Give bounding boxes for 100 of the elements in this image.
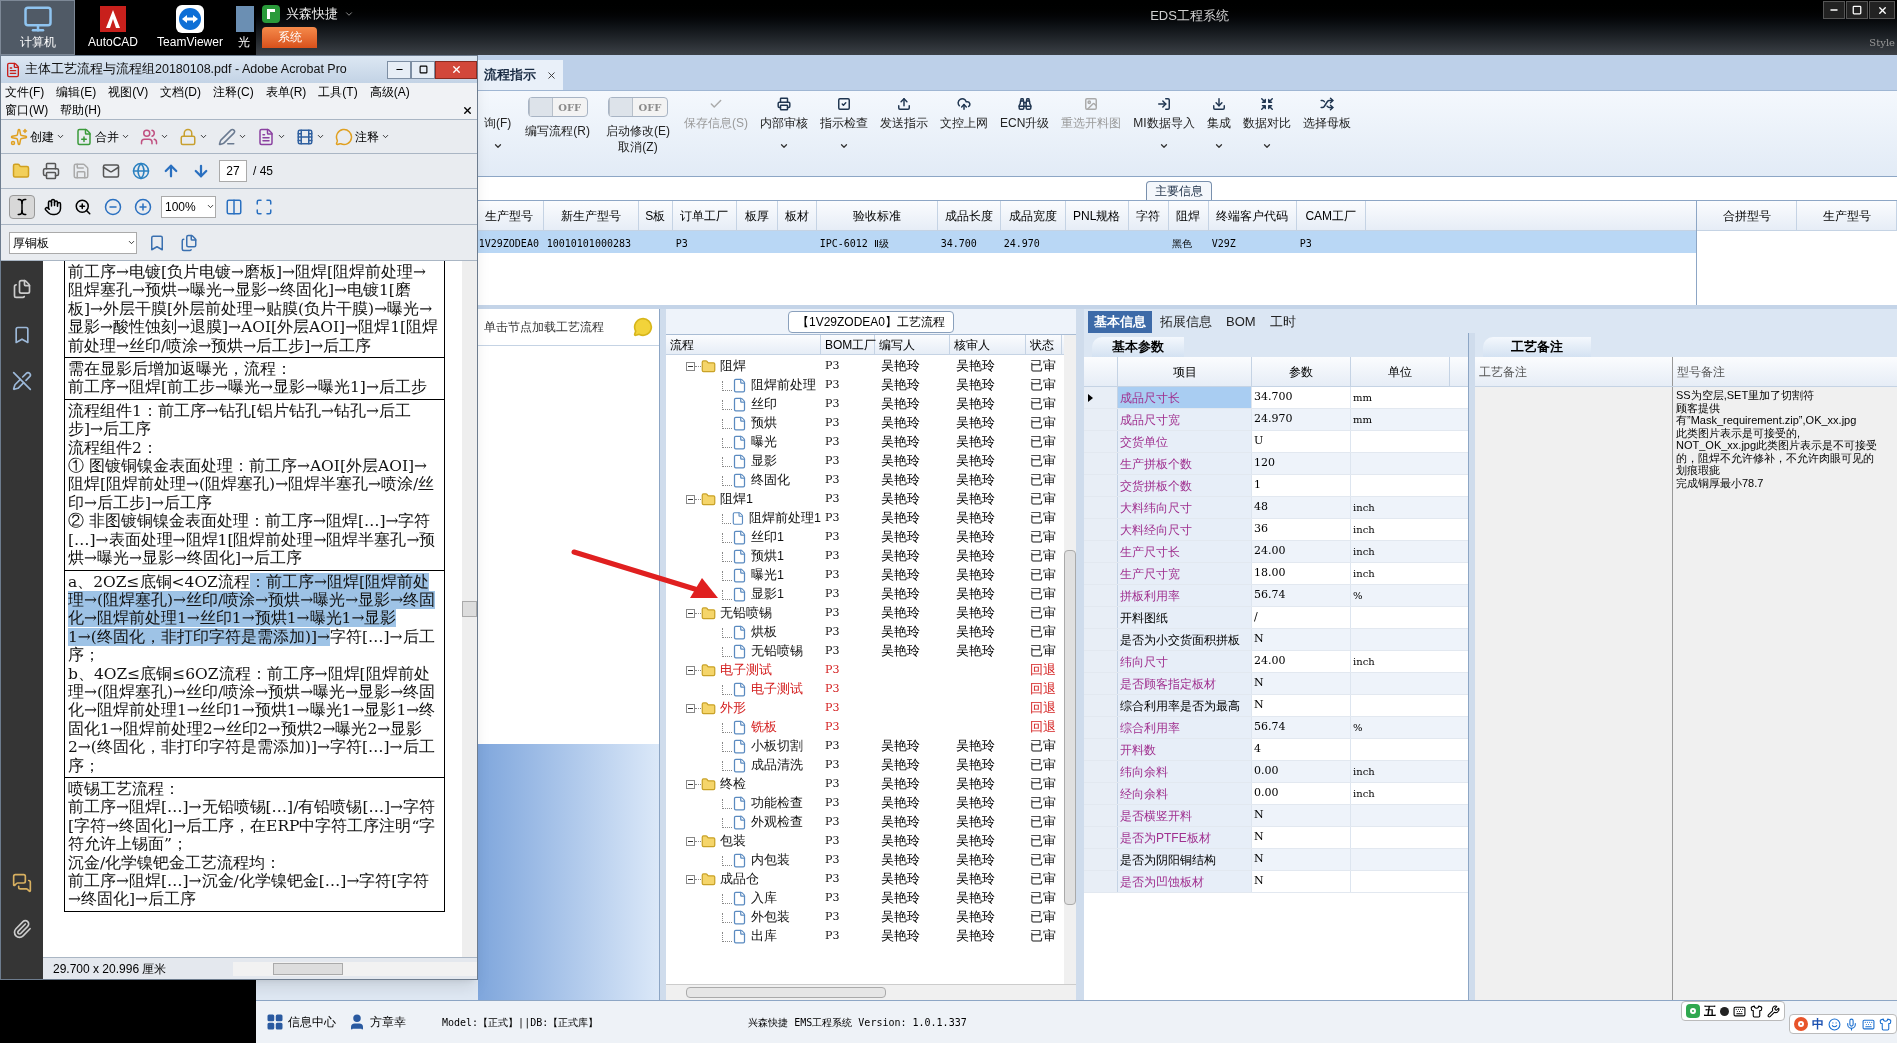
row-marker[interactable] xyxy=(1084,387,1118,408)
table-row[interactable]: 经向余料 0.00 inch xyxy=(1084,783,1468,805)
table-row[interactable]: 是否横竖开料 N xyxy=(1084,805,1468,827)
column-header[interactable]: CAM工厂 xyxy=(1296,201,1366,230)
row-marker[interactable] xyxy=(1084,431,1118,452)
row-marker[interactable] xyxy=(1084,585,1118,606)
column-header[interactable]: 字符 xyxy=(1128,201,1169,230)
tree-item[interactable]: 无铅喷锡 xyxy=(751,642,803,661)
row-marker[interactable] xyxy=(1084,827,1118,848)
table-row[interactable]: 1V29ZODEA0 10010101000283 P3 IPC-6012 Ⅱ级 34.700 24.970 黑色 V29Z P3 xyxy=(475,231,1696,253)
row-marker[interactable] xyxy=(1084,871,1118,892)
tree-item[interactable]: 成品清洗 xyxy=(751,756,803,775)
menu-item[interactable]: 高级(A) xyxy=(369,83,410,101)
menu-item[interactable]: 编辑(E) xyxy=(56,83,97,101)
column-header[interactable]: 单位 xyxy=(1351,357,1450,386)
column-header[interactable]: 板材 xyxy=(777,201,817,230)
ribbon-button[interactable]: 发送指示 xyxy=(874,95,934,131)
tree-item[interactable]: 出库 xyxy=(751,927,777,946)
tree-item[interactable]: 外包装 xyxy=(751,908,790,927)
status-button[interactable]: 信息中心 xyxy=(266,1013,336,1031)
row-marker[interactable] xyxy=(1084,475,1118,496)
ribbon-button[interactable]: 数据对比 xyxy=(1236,95,1297,151)
column-header[interactable]: 阻焊 xyxy=(1168,201,1209,230)
tree-item[interactable]: 丝印1 xyxy=(751,528,784,547)
table-row[interactable]: 大料经向尺寸 36 inch xyxy=(1084,519,1468,541)
collapse-toggle[interactable] xyxy=(686,609,695,618)
column-header[interactable]: 编写人 xyxy=(875,335,950,354)
style-label[interactable]: Style xyxy=(1869,35,1895,50)
table-row[interactable]: 综合利用率 56.74 % xyxy=(1084,717,1468,739)
page-number-field[interactable]: 27 xyxy=(219,160,247,182)
row-marker[interactable] xyxy=(1084,673,1118,694)
ribbon-button[interactable]: 询(F) xyxy=(478,95,518,151)
zoom-dropdown[interactable]: 100% xyxy=(161,195,216,218)
row-marker[interactable] xyxy=(1084,761,1118,782)
tab[interactable]: 拓展信息 xyxy=(1154,311,1218,333)
row-marker[interactable] xyxy=(1084,629,1118,650)
row-marker[interactable] xyxy=(1084,607,1118,628)
row-marker[interactable] xyxy=(1084,783,1118,804)
column-header[interactable]: PNL规格 xyxy=(1065,201,1129,230)
tab[interactable]: BOM xyxy=(1220,311,1262,333)
table-row[interactable]: 开料图纸 / xyxy=(1084,607,1468,629)
tree-item[interactable]: 阻焊前处理 xyxy=(751,376,816,395)
maximize-button[interactable] xyxy=(411,60,435,79)
column-header[interactable]: 参数 xyxy=(1252,357,1351,386)
tree-item[interactable]: 电子测试 xyxy=(720,661,772,680)
menu-item[interactable]: 表单(R) xyxy=(265,83,307,101)
table-row[interactable]: 拼板利用率 56.74 % xyxy=(1084,585,1468,607)
ribbon-button[interactable]: MI数据导入 xyxy=(1127,95,1201,151)
table-row[interactable]: 生产尺寸长 24.00 inch xyxy=(1084,541,1468,563)
ribbon-button[interactable]: 文控上网 xyxy=(934,95,994,131)
row-marker[interactable] xyxy=(1084,805,1118,826)
row-marker[interactable] xyxy=(1084,563,1118,584)
menu-item[interactable]: 注释(C) xyxy=(213,83,254,101)
row-marker[interactable] xyxy=(1084,409,1118,430)
table-row[interactable]: 生产拼板个数 120 xyxy=(1084,453,1468,475)
column-header[interactable]: 合拼型号 xyxy=(1697,201,1797,230)
tree-item[interactable]: 铣板 xyxy=(751,718,777,737)
table-row[interactable]: 纬向余料 0.00 inch xyxy=(1084,761,1468,783)
table-row[interactable]: 大料纬向尺寸 48 inch xyxy=(1084,497,1468,519)
desktop-icon[interactable]: TeamViewer xyxy=(151,0,229,55)
menu-item[interactable]: 工具(T) xyxy=(318,83,358,101)
row-marker[interactable] xyxy=(1084,695,1118,716)
ribbon-button[interactable]: ECN升级 xyxy=(994,95,1056,131)
column-header[interactable]: 板厚 xyxy=(736,201,778,230)
menu-item[interactable]: 视图(V) xyxy=(108,83,149,101)
row-marker[interactable] xyxy=(1084,519,1118,540)
tree-item[interactable]: 外观检查 xyxy=(751,813,803,832)
column-header[interactable]: S板 xyxy=(638,201,673,230)
tab[interactable]: 工时 xyxy=(1263,311,1302,333)
column-header[interactable]: 生产型号 xyxy=(1797,201,1897,230)
column-header[interactable]: 型号备注 xyxy=(1673,357,1897,386)
column-header[interactable]: 终端客户代码 xyxy=(1208,201,1297,230)
tree-item[interactable]: 外形 xyxy=(720,699,746,718)
toolbar-button[interactable]: 创建 xyxy=(7,124,68,149)
table-row[interactable]: 交货单位 U xyxy=(1084,431,1468,453)
column-header[interactable]: 成品长度 xyxy=(937,201,1001,230)
toolbar-button[interactable]: 注释 xyxy=(332,124,393,149)
tree-item[interactable]: 曝光 xyxy=(751,433,777,452)
column-header[interactable]: 成品宽度 xyxy=(1000,201,1066,230)
row-marker[interactable] xyxy=(1084,541,1118,562)
tree-item[interactable]: 电子测试 xyxy=(751,680,803,699)
tree-item[interactable]: 入库 xyxy=(751,889,777,908)
column-header[interactable]: 状态 xyxy=(1026,335,1062,354)
tree-item[interactable]: 显影 xyxy=(751,452,777,471)
column-header[interactable]: 项目 xyxy=(1118,357,1252,386)
collapse-toggle[interactable] xyxy=(686,704,695,713)
maximize-button[interactable] xyxy=(1846,1,1868,19)
tab[interactable]: 基本信息 xyxy=(1088,311,1152,333)
row-marker[interactable] xyxy=(1084,651,1118,672)
desktop-icon[interactable]: 计算机 xyxy=(0,0,75,55)
row-marker[interactable] xyxy=(1084,849,1118,870)
table-row[interactable]: 生产尺寸宽 18.00 inch xyxy=(1084,563,1468,585)
tree-item[interactable]: 内包装 xyxy=(751,851,790,870)
tree-item[interactable]: 丝印 xyxy=(751,395,777,414)
tree-item[interactable]: 无铅喷锡 xyxy=(720,604,772,623)
tree-item[interactable]: 预烘1 xyxy=(751,547,784,566)
tree-item[interactable]: 包装 xyxy=(720,832,746,851)
table-row[interactable]: 是否顾客指定板材 N xyxy=(1084,673,1468,695)
collapse-toggle[interactable] xyxy=(686,780,695,789)
table-row[interactable]: 是否为阴阳铜结构 N xyxy=(1084,849,1468,871)
